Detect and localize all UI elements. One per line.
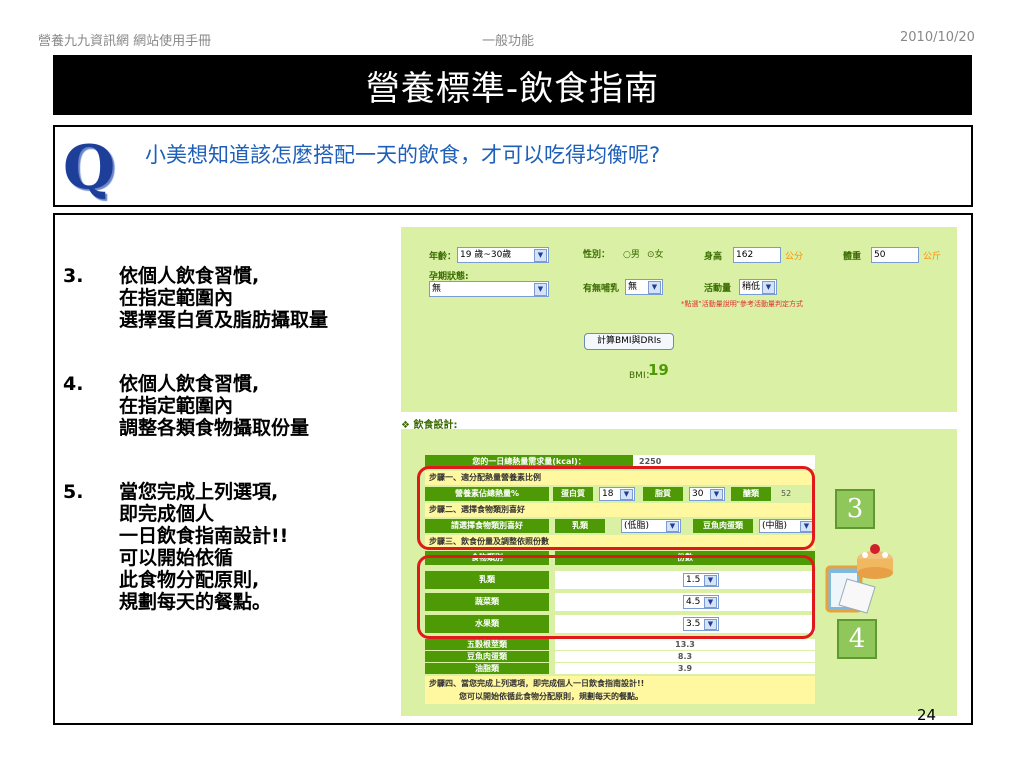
chevron-down-icon: ▼ xyxy=(648,281,661,294)
step-line: 依個人飲食習慣, xyxy=(119,373,260,395)
step4-box: 步驟四、當您完成上列選項，即完成個人一日飲食指南設計!! 您可以開始依循此食物分… xyxy=(425,676,815,704)
page-number: 24 xyxy=(917,706,937,724)
breastfeeding-value: 無 xyxy=(628,282,638,292)
weight-unit: 公斤 xyxy=(923,252,942,262)
step-line: 此食物分配原則, xyxy=(119,569,260,591)
activity-note: *點選"活動量說明"參考活動量判定方式 xyxy=(681,300,803,308)
personal-info-panel: 年齡： 19 歲~30歲 ▼ 性別： ○男 ⊙女 身高 162 公分 體重 50 … xyxy=(401,227,957,412)
breastfeeding-label: 有無哺乳 xyxy=(583,284,620,294)
servings-value: 8.3 xyxy=(555,651,815,662)
food-name: 油脂類 xyxy=(425,663,549,674)
calculate-bmi-button[interactable]: 計算BMI與DRIs xyxy=(584,333,674,350)
gender-female-label: 女 xyxy=(654,250,664,260)
food-name: 五穀根莖類 xyxy=(425,639,549,650)
slide-title: 營養標準-飲食指南 xyxy=(53,55,972,115)
age-value: 19 歲~30歲 xyxy=(460,250,512,260)
height-label: 身高 xyxy=(704,252,723,262)
step-line: 即完成個人 xyxy=(119,503,215,525)
pregnancy-value: 無 xyxy=(432,284,442,294)
weight-input[interactable]: 50 xyxy=(871,247,919,263)
table-row: 豆魚肉蛋類 8.3 xyxy=(425,651,815,662)
gender-female-radio[interactable]: ⊙女 xyxy=(647,247,664,260)
step-number: 3. xyxy=(63,265,84,287)
highlight-box-4 xyxy=(417,555,815,639)
age-label: 年齡： xyxy=(429,252,457,262)
table-row: 五穀根莖類 13.3 xyxy=(425,639,815,650)
header-date: 2010/10/20 xyxy=(900,30,975,45)
question-box: Q 小美想知道該怎麼搭配一天的飲食，才可以吃得均衡呢? xyxy=(53,125,973,207)
chevron-down-icon: ▼ xyxy=(762,281,775,294)
activity-select[interactable]: 稍低 ▼ xyxy=(739,279,777,295)
bmi-value: 19 xyxy=(648,361,669,379)
gender-male-radio[interactable]: ○男 xyxy=(623,247,640,260)
step-line: 依個人飲食習慣, xyxy=(119,265,260,287)
weight-label: 體重 xyxy=(843,252,862,262)
servings-value: 13.3 xyxy=(555,639,815,650)
cake-illustration-icon xyxy=(825,544,893,614)
step-3-badge: 3 xyxy=(835,489,875,529)
question-text: 小美想知道該怎麼搭配一天的飲食，才可以吃得均衡呢? xyxy=(145,143,661,167)
activity-value: 稍低 xyxy=(742,282,761,292)
table-row: 油脂類 3.9 xyxy=(425,663,815,674)
step-line: 在指定範圍內 xyxy=(119,395,234,417)
chevron-down-icon: ▼ xyxy=(534,283,547,296)
step-4-badge: 4 xyxy=(837,619,877,659)
content-box: 3. 依個人飲食習慣, 在指定範圍內 選擇蛋白質及脂肪攝取量 4. 依個人飲食習… xyxy=(53,213,973,725)
step-line: 在指定範圍內 xyxy=(119,287,234,309)
step-line: 可以開始依循 xyxy=(119,547,234,569)
highlight-box-3 xyxy=(417,466,815,550)
food-name: 豆魚肉蛋類 xyxy=(425,651,549,662)
pregnancy-select[interactable]: 無 ▼ xyxy=(429,281,549,297)
step4-row: 步驟四、當您完成上列選項，即完成個人一日飲食指南設計!! 您可以開始依循此食物分… xyxy=(425,676,815,704)
step-line: 調整各類食物攝取份量 xyxy=(119,417,310,439)
chevron-down-icon: ▼ xyxy=(534,249,547,262)
gender-male-label: 男 xyxy=(630,250,640,260)
height-unit: 公分 xyxy=(785,252,804,262)
step-line: 一日飲食指南設計!! xyxy=(119,525,289,547)
step4-line: 您可以開始依循此食物分配原則，規劃每天的餐點。 xyxy=(459,692,643,701)
step-line: 選擇蛋白質及脂肪攝取量 xyxy=(119,309,329,331)
step-number: 4. xyxy=(63,373,84,395)
servings-value: 3.9 xyxy=(555,663,815,674)
header-section: 一般功能 xyxy=(482,34,535,49)
step-line: 當您完成上列選項, xyxy=(119,481,279,503)
height-input[interactable]: 162 xyxy=(733,247,781,263)
gender-label: 性別： xyxy=(583,250,611,260)
step-number: 5. xyxy=(63,481,84,503)
question-q-icon: Q xyxy=(63,133,116,203)
header-doc-title: 營養九九資訊網 網站使用手冊 xyxy=(38,34,212,49)
activity-label: 活動量 xyxy=(704,284,732,294)
step4-line: 步驟四、當您完成上列選項，即完成個人一日飲食指南設計!! xyxy=(429,679,645,688)
step-line: 規劃每天的餐點。 xyxy=(119,591,272,613)
breastfeeding-select[interactable]: 無 ▼ xyxy=(625,279,663,295)
age-select[interactable]: 19 歲~30歲 ▼ xyxy=(457,247,549,263)
